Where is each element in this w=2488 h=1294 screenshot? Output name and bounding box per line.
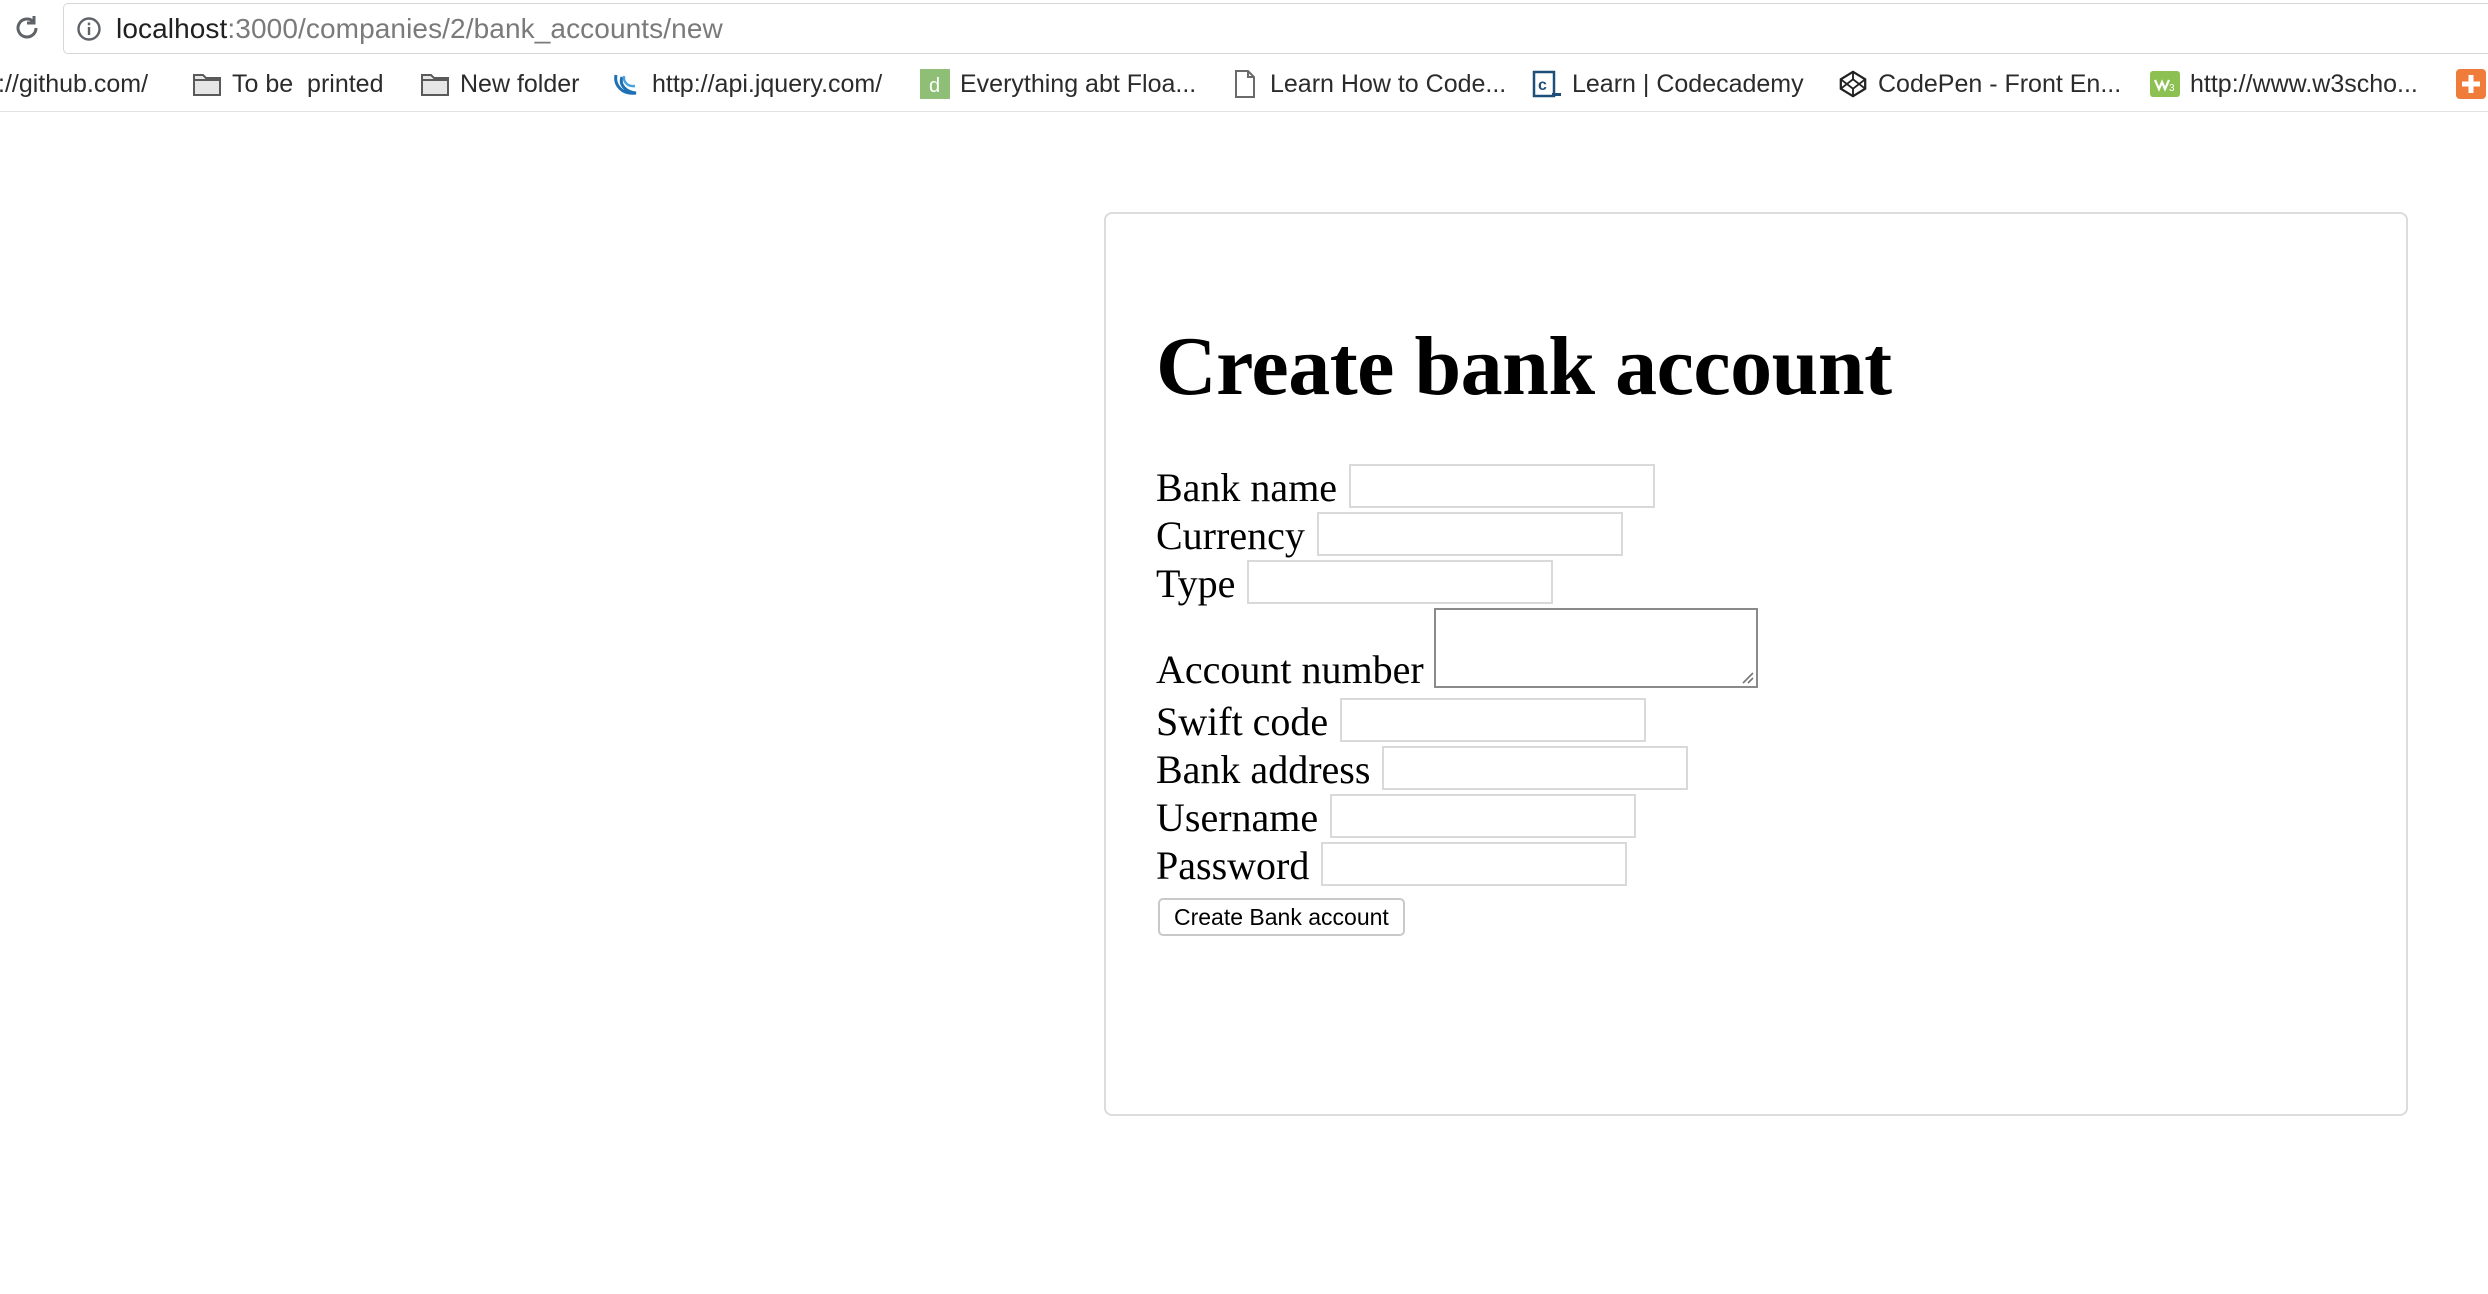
field-type: Type bbox=[1156, 560, 1554, 606]
resize-grip-icon[interactable] bbox=[1740, 670, 1754, 684]
swift-code-input[interactable] bbox=[1340, 698, 1647, 742]
currency-label: Currency bbox=[1156, 513, 1305, 558]
password-label: Password bbox=[1156, 843, 1310, 888]
plus-app-icon bbox=[2456, 69, 2486, 99]
bookmark-codecademy[interactable]: c Learn | Codecademy bbox=[1532, 62, 1804, 106]
bookmark-everything-abt-floa[interactable]: d Everything abt Floa... bbox=[920, 62, 1196, 106]
field-account-number: Account number bbox=[1156, 608, 1758, 690]
field-username: Username bbox=[1156, 794, 1637, 840]
bookmark-github[interactable]: ://github.com/ bbox=[0, 62, 148, 106]
bookmark-label: Learn How to Code... bbox=[1270, 69, 1507, 98]
bank-name-input[interactable] bbox=[1349, 464, 1656, 508]
username-label: Username bbox=[1156, 795, 1319, 840]
folder-icon bbox=[420, 69, 450, 99]
codecademy-icon: c bbox=[1532, 69, 1562, 99]
bookmark-label: http://api.jquery.com/ bbox=[652, 69, 883, 98]
bookmark-label: Learn | Codecademy bbox=[1572, 69, 1804, 98]
swift-code-label: Swift code bbox=[1156, 699, 1329, 744]
page-title: Create bank account bbox=[1156, 320, 1892, 413]
folder-icon bbox=[192, 69, 222, 99]
create-bank-account-button[interactable]: Create Bank account bbox=[1158, 898, 1405, 936]
bookmark-codepen[interactable]: CodePen - Front En... bbox=[1838, 62, 2121, 106]
bookmark-label: Everything abt Floa... bbox=[960, 69, 1197, 98]
browser-chrome: localhost:3000/companies/2/bank_accounts… bbox=[0, 0, 2488, 112]
page-icon bbox=[1230, 69, 1260, 99]
field-password: Password bbox=[1156, 842, 1628, 888]
bookmark-learn-how-to-code[interactable]: Learn How to Code... bbox=[1230, 62, 1506, 106]
url-path: :3000/companies/2/bank_accounts/new bbox=[227, 13, 723, 44]
field-currency: Currency bbox=[1156, 512, 1623, 558]
password-input[interactable] bbox=[1321, 842, 1628, 886]
username-input[interactable] bbox=[1330, 794, 1637, 838]
type-label: Type bbox=[1156, 561, 1236, 606]
field-bank-address: Bank address bbox=[1156, 746, 1689, 792]
field-bank-name: Bank name bbox=[1156, 464, 1656, 510]
bookmark-folder-to-be-printed[interactable]: To be printed bbox=[192, 62, 384, 106]
codepen-icon bbox=[1838, 69, 1868, 99]
bookmark-jquery[interactable]: http://api.jquery.com/ bbox=[612, 62, 882, 106]
bookmarks-bar: ://github.com/ To be printed New folder … bbox=[0, 62, 2488, 106]
info-icon[interactable] bbox=[76, 16, 102, 42]
bookmark-label: ://github.com/ bbox=[0, 69, 149, 98]
bookmark-label: CodePen - Front En... bbox=[1878, 69, 2122, 98]
currency-input[interactable] bbox=[1316, 512, 1623, 556]
bookmark-folder-new-folder[interactable]: New folder bbox=[420, 62, 580, 106]
field-swift-code: Swift code bbox=[1156, 698, 1647, 744]
bank-name-label: Bank name bbox=[1156, 465, 1338, 510]
jquery-icon bbox=[612, 69, 642, 99]
svg-text:3: 3 bbox=[2169, 83, 2175, 94]
bookmark-overflow-item[interactable] bbox=[2456, 62, 2486, 106]
url-text: localhost:3000/companies/2/bank_accounts… bbox=[116, 13, 723, 45]
svg-text:c: c bbox=[1538, 77, 1547, 94]
d-logo-icon: d bbox=[920, 69, 950, 99]
url-host: localhost bbox=[116, 13, 228, 44]
address-bar[interactable]: localhost:3000/companies/2/bank_accounts… bbox=[63, 3, 2488, 54]
bank-address-input[interactable] bbox=[1382, 746, 1689, 790]
bookmark-label: http://www.w3scho... bbox=[2190, 69, 2418, 98]
w3schools-icon: 3 bbox=[2150, 69, 2180, 99]
account-number-textarea[interactable] bbox=[1433, 608, 1758, 688]
reload-button[interactable] bbox=[10, 11, 44, 45]
bookmark-label: To be printed bbox=[232, 69, 384, 98]
bookmark-w3schools[interactable]: 3 http://www.w3scho... bbox=[2150, 62, 2418, 106]
bookmark-label: New folder bbox=[460, 69, 580, 98]
form-card: Create bank account Bank name Currency T… bbox=[1104, 212, 2408, 1116]
reload-icon bbox=[16, 16, 38, 39]
bank-address-label: Bank address bbox=[1156, 747, 1371, 792]
type-input[interactable] bbox=[1247, 560, 1554, 604]
account-number-label: Account number bbox=[1156, 647, 1424, 692]
svg-text:d: d bbox=[929, 75, 940, 97]
